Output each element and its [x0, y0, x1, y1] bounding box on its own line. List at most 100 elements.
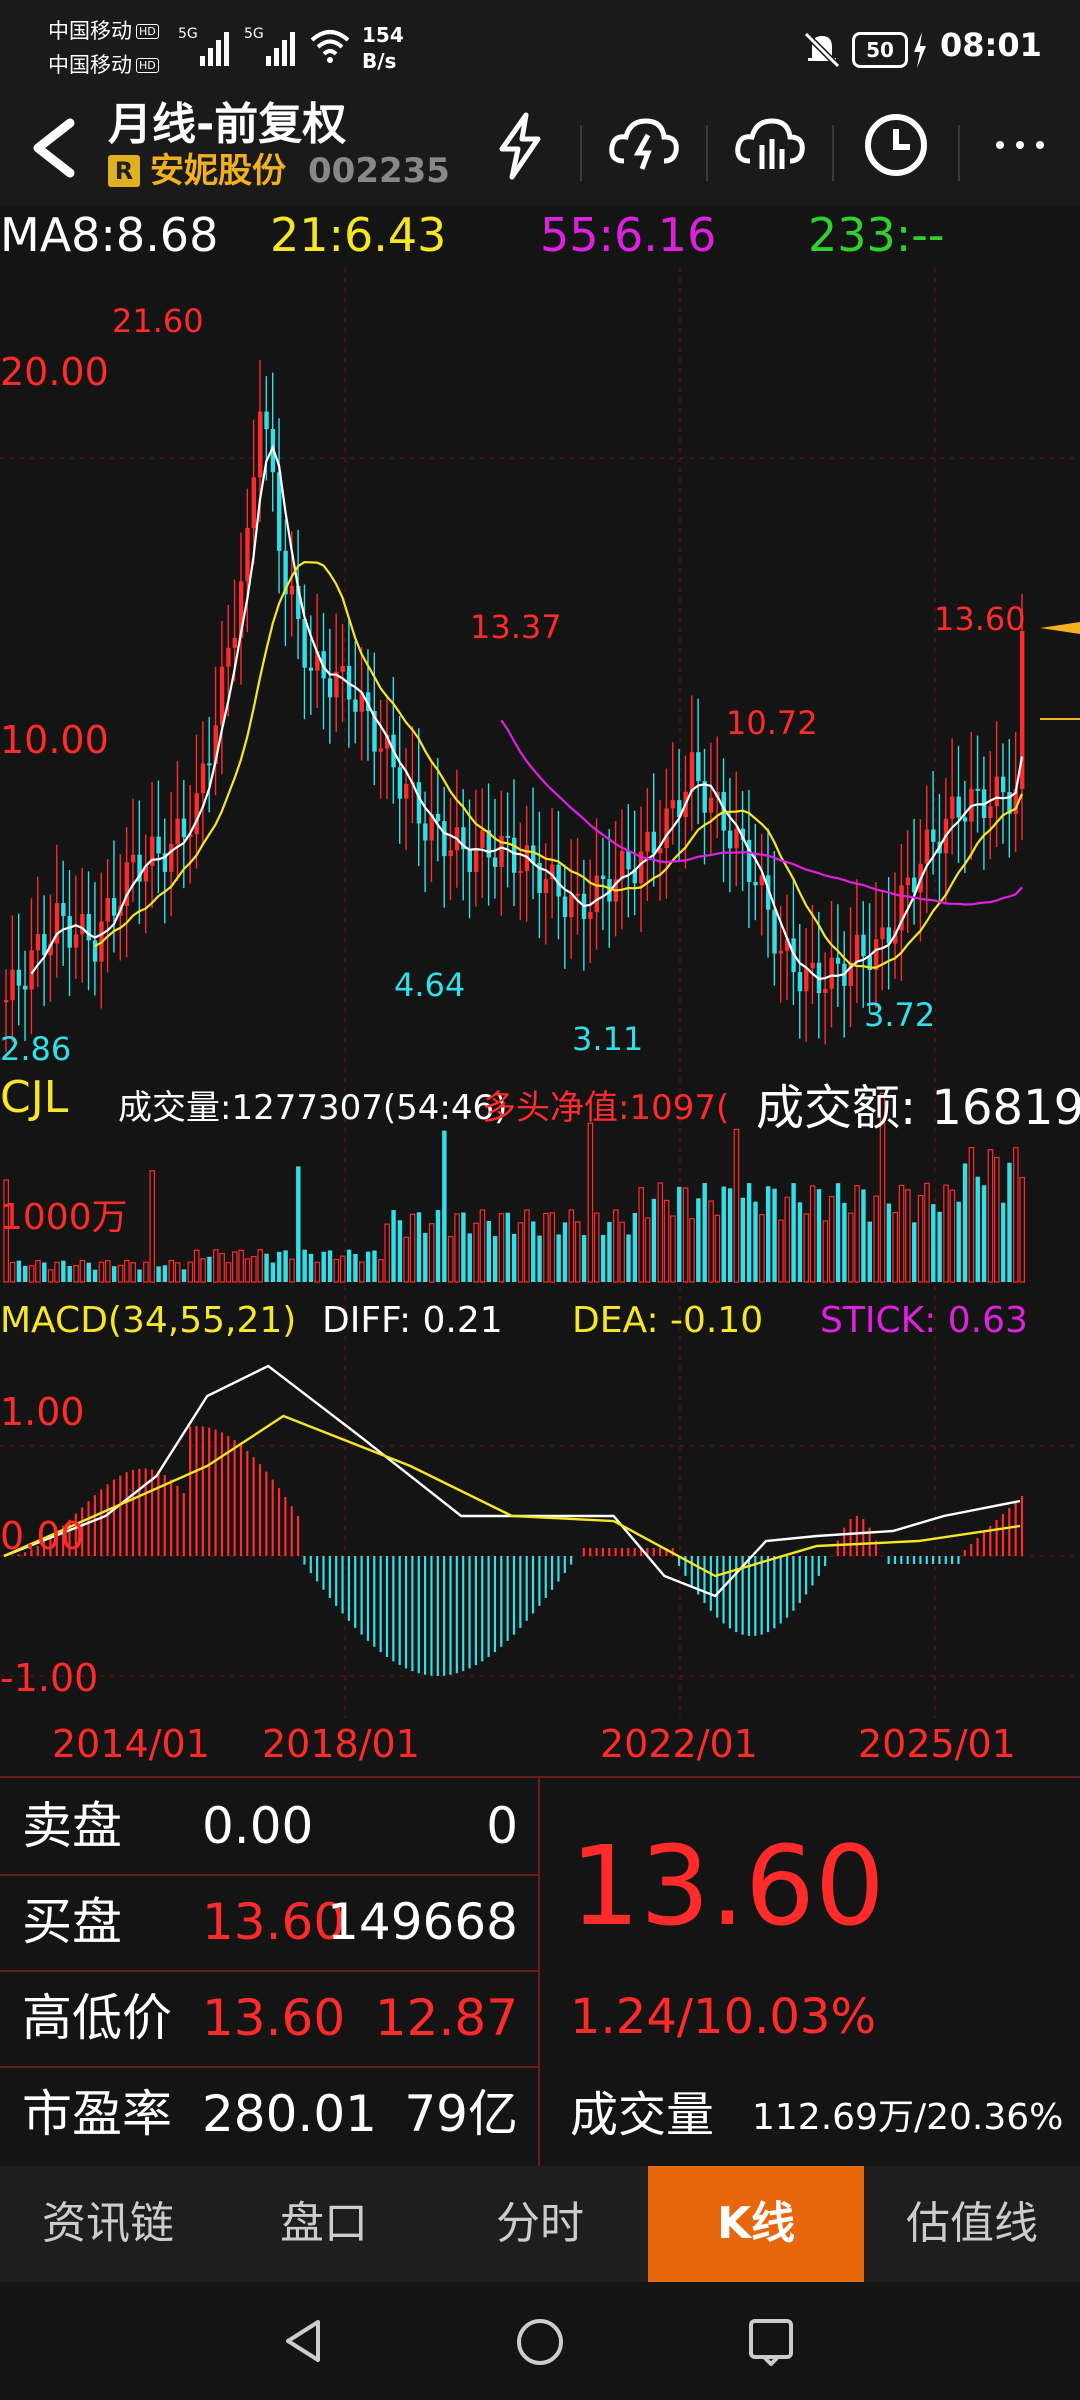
volume-bar [35, 1260, 41, 1283]
tab-kline[interactable]: K线 [648, 2166, 864, 2282]
sell-label: 卖盘 [22, 1797, 122, 1855]
back-icon[interactable] [20, 113, 90, 183]
candle-body [86, 913, 91, 941]
volume-bar [740, 1197, 745, 1282]
volume-bar [696, 1198, 701, 1282]
macd-canvas[interactable] [0, 1286, 1080, 1718]
volume-bar [251, 1255, 257, 1283]
candle-body [308, 667, 314, 671]
net-label-2: 5G [244, 26, 264, 42]
volume-bar [365, 1251, 371, 1282]
volume-bar [1000, 1202, 1006, 1282]
lightning-icon[interactable] [480, 105, 560, 185]
volume-bar [277, 1251, 282, 1282]
more-icon[interactable] [980, 105, 1060, 185]
macd-chart[interactable]: MACD(34,55,21) DIFF: 0.21 DEA: -0.10 STI… [0, 1286, 1080, 1718]
volume-bar [498, 1213, 505, 1283]
price-change: 1.24/10.03% [570, 1989, 877, 2045]
candle-body [975, 788, 980, 791]
volume-bar [162, 1265, 168, 1282]
volume-bar [111, 1266, 117, 1282]
ma-indicator-row[interactable]: MA8:8.68 21:6.43 55:6.16 233:-- [0, 205, 1080, 265]
nav-home-icon[interactable] [514, 2316, 566, 2368]
candle-body [626, 850, 631, 870]
macd-y-top: 1.00 [0, 1390, 85, 1434]
x-label-2018: 2018/01 [262, 1722, 420, 1766]
kline-chart[interactable]: 20.00 10.00 21.60 13.37 10.72 13.60 2.86… [0, 268, 1080, 1068]
volume-bar [372, 1250, 377, 1282]
candle-body [931, 829, 936, 842]
candle-body [664, 808, 669, 849]
candle-body [950, 796, 955, 819]
candle-body [378, 748, 384, 752]
volume-bar [898, 1184, 905, 1283]
volume-bar [797, 1202, 803, 1282]
volume-bar [359, 1261, 365, 1283]
volume-chart[interactable]: CJL 成交量:1277307(54:46) 多头净值:1097( 成交额: 1… [0, 1068, 1080, 1286]
nav-back-icon[interactable] [280, 2316, 330, 2366]
candle-body [588, 912, 593, 920]
volume-bar [607, 1221, 612, 1282]
candle-body [651, 831, 657, 854]
volume-bar [766, 1186, 771, 1282]
volume-bar [124, 1259, 130, 1283]
clock-time: 08:01 [940, 26, 1042, 64]
volume-bar [835, 1183, 841, 1282]
candle-body [35, 934, 41, 951]
stick-value: STICK: 0.63 [820, 1300, 1028, 1341]
volume-bar [219, 1252, 225, 1283]
candle-body [404, 783, 409, 799]
low-label-4: 3.72 [864, 996, 936, 1034]
volume-bar [987, 1149, 994, 1283]
current-high-label: 13.60 [934, 600, 1026, 638]
cloud-chart-icon[interactable] [730, 105, 810, 185]
tab-intraday[interactable]: 分时 [432, 2166, 648, 2282]
candle-body [226, 647, 231, 667]
volume-bar [847, 1212, 854, 1283]
y-axis-label-mid: 10.00 [0, 718, 109, 762]
volume-bar [931, 1204, 936, 1282]
volume-bar [156, 1266, 161, 1282]
cloud-lightning-icon[interactable] [604, 105, 684, 185]
volume-bar [67, 1266, 72, 1282]
macd-y-bottom: -1.00 [0, 1656, 99, 1700]
volume-bar [314, 1261, 321, 1283]
volume-bar [892, 1211, 899, 1283]
volume-bar [905, 1189, 911, 1283]
candle-body [797, 972, 803, 992]
volume-bar [1013, 1147, 1019, 1283]
candle-body [10, 969, 15, 1001]
app-header: 月线-前复权 R 安妮股份 002235 [0, 95, 1080, 205]
tab-valuation[interactable]: 估值线 [864, 2166, 1080, 2282]
nav-recents-icon[interactable] [746, 2316, 796, 2366]
ma21-value: 21:6.43 [270, 208, 447, 262]
volume-bar [117, 1264, 124, 1283]
volume-turnover: 112.69万/20.36% [752, 2097, 1064, 2138]
volume-bar [663, 1199, 670, 1283]
candle-body [924, 829, 930, 864]
market-cap: 79亿 [404, 2085, 518, 2143]
candle-body [956, 796, 961, 818]
volume-bar [473, 1222, 479, 1283]
volume-bar [409, 1213, 416, 1283]
volume-bar [391, 1210, 396, 1282]
candle-body [569, 894, 574, 918]
kline-canvas[interactable] [0, 268, 1080, 1068]
high-low-row: 高低价 13.60 12.87 [0, 1970, 538, 2068]
dea-value: DEA: -0.10 [572, 1300, 764, 1341]
volume-bar [644, 1217, 651, 1283]
tab-news-chain[interactable]: 资讯链 [0, 2166, 216, 2282]
candle-body [289, 585, 295, 595]
volume-bar [689, 1218, 695, 1283]
volume-bar [416, 1212, 422, 1282]
candle-body [575, 893, 580, 896]
candle-body [67, 916, 72, 948]
stock-name[interactable]: 安妮股份 [150, 151, 286, 191]
candle-body [512, 837, 517, 873]
volume-bar [962, 1163, 968, 1282]
volume-bar [822, 1220, 829, 1283]
candle-body [245, 527, 250, 582]
candle-body [810, 962, 815, 969]
tab-order-book[interactable]: 盘口 [216, 2166, 432, 2282]
clock-icon[interactable] [856, 105, 936, 185]
